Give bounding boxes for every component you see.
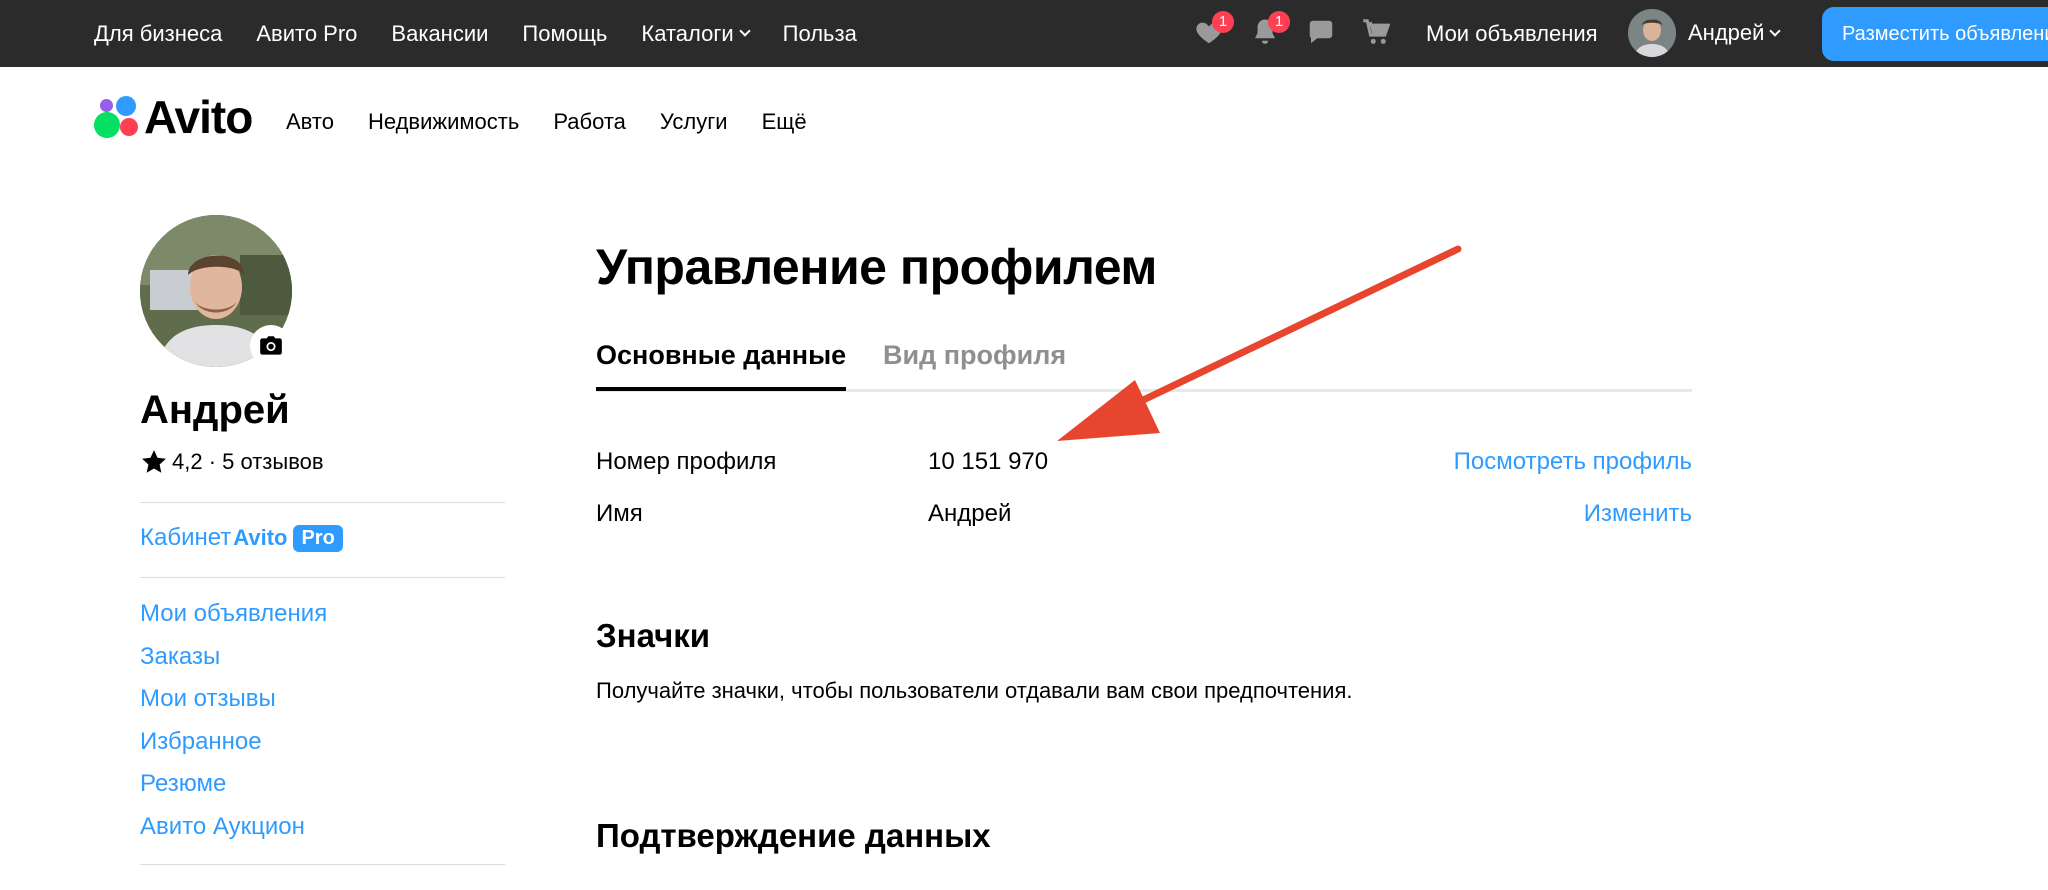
pro-cabinet-link[interactable]: Кабинет Avito Pro [140, 524, 343, 552]
sidebar-item-my-ads[interactable]: Мои объявления [140, 598, 327, 641]
profile-rating[interactable]: 4,2 · 5 отзывов [140, 448, 324, 476]
notifications-button[interactable]: 1 [1248, 11, 1290, 49]
nav-catalogs-label: Каталоги [641, 20, 734, 46]
favorites-badge: 1 [1212, 11, 1234, 33]
nav-catalogs[interactable]: Каталоги [641, 20, 751, 47]
name-value: Андрей [928, 500, 1012, 527]
nav-benefit[interactable]: Польза [783, 21, 857, 47]
profile-number-row: Номер профиля 10 151 970 Посмотреть проф… [596, 448, 1692, 482]
post-ad-button[interactable]: Разместить объявление [1822, 7, 2048, 61]
nav-business[interactable]: Для бизнеса [94, 21, 222, 47]
name-row: Имя Андрей Изменить [596, 500, 1692, 534]
messages-button[interactable] [1304, 15, 1338, 49]
pro-cabinet-brand: Avito [233, 525, 288, 550]
category-more[interactable]: Ещё [762, 109, 807, 135]
divider [140, 864, 505, 865]
category-auto[interactable]: Авто [286, 109, 334, 135]
profile-number-value: 10 151 970 [928, 448, 1049, 475]
user-menu[interactable]: Андрей [1628, 9, 1782, 57]
chevron-down-icon [738, 25, 751, 37]
divider [140, 502, 505, 503]
sidebar-item-favorites[interactable]: Избранное [140, 726, 327, 769]
red-arrow-annotation [1057, 245, 1462, 441]
category-nav: Авто Недвижимость Работа Услуги Ещё [286, 109, 841, 135]
my-ads-link[interactable]: Мои объявления [1426, 0, 1598, 67]
avito-logo[interactable]: Avito [94, 91, 253, 143]
rating-text: 4,2 · 5 отзывов [172, 449, 324, 474]
cart-button[interactable] [1360, 15, 1394, 49]
logo-dots-icon [94, 94, 142, 140]
view-profile-link[interactable]: Посмотреть профиль [1454, 448, 1692, 476]
notifications-badge: 1 [1268, 11, 1290, 33]
sidebar-menu: Мои объявления Заказы Мои отзывы Избранн… [140, 598, 327, 853]
badges-description: Получайте значки, чтобы пользователи отд… [596, 678, 1353, 703]
badges-title: Значки [596, 617, 711, 654]
sidebar-item-auction[interactable]: Авито Аукцион [140, 811, 327, 854]
favorites-button[interactable]: 1 [1192, 11, 1234, 49]
verification-title: Подтверждение данных [596, 817, 991, 854]
sidebar-item-orders[interactable]: Заказы [140, 641, 327, 684]
profile-number-label: Номер профиля [596, 448, 777, 475]
chevron-down-icon [1769, 24, 1782, 37]
avatar [1628, 9, 1676, 57]
category-services[interactable]: Услуги [660, 109, 728, 135]
camera-icon [260, 336, 282, 355]
cart-icon [1363, 19, 1391, 44]
chat-bubble-icon [1309, 20, 1333, 44]
edit-name-link[interactable]: Изменить [1584, 500, 1692, 528]
top-nav: Для бизнеса Авито Pro Вакансии Помощь Ка… [94, 0, 891, 67]
star-icon [142, 450, 166, 473]
logo-wordmark: Avito [144, 91, 253, 143]
nav-vacancies[interactable]: Вакансии [391, 21, 488, 47]
top-bar: Для бизнеса Авито Pro Вакансии Помощь Ка… [0, 0, 2048, 67]
nav-avito-pro[interactable]: Авито Pro [256, 21, 357, 47]
tab-profile-view[interactable]: Вид профиля [883, 340, 1066, 371]
tab-main-data[interactable]: Основные данные [596, 340, 847, 391]
sidebar-item-reviews[interactable]: Мои отзывы [140, 683, 327, 726]
category-realty[interactable]: Недвижимость [368, 109, 519, 135]
divider [140, 577, 505, 578]
nav-help[interactable]: Помощь [522, 21, 607, 47]
sidebar-item-resume[interactable]: Резюме [140, 768, 327, 811]
category-jobs[interactable]: Работа [553, 109, 626, 135]
name-label: Имя [596, 500, 643, 527]
change-photo-button[interactable] [250, 325, 292, 367]
user-name: Андрей [1688, 20, 1765, 45]
pro-tag: Pro [293, 524, 343, 552]
pro-cabinet-label: Кабинет [140, 524, 232, 551]
profile-name: Андрей [140, 388, 290, 432]
